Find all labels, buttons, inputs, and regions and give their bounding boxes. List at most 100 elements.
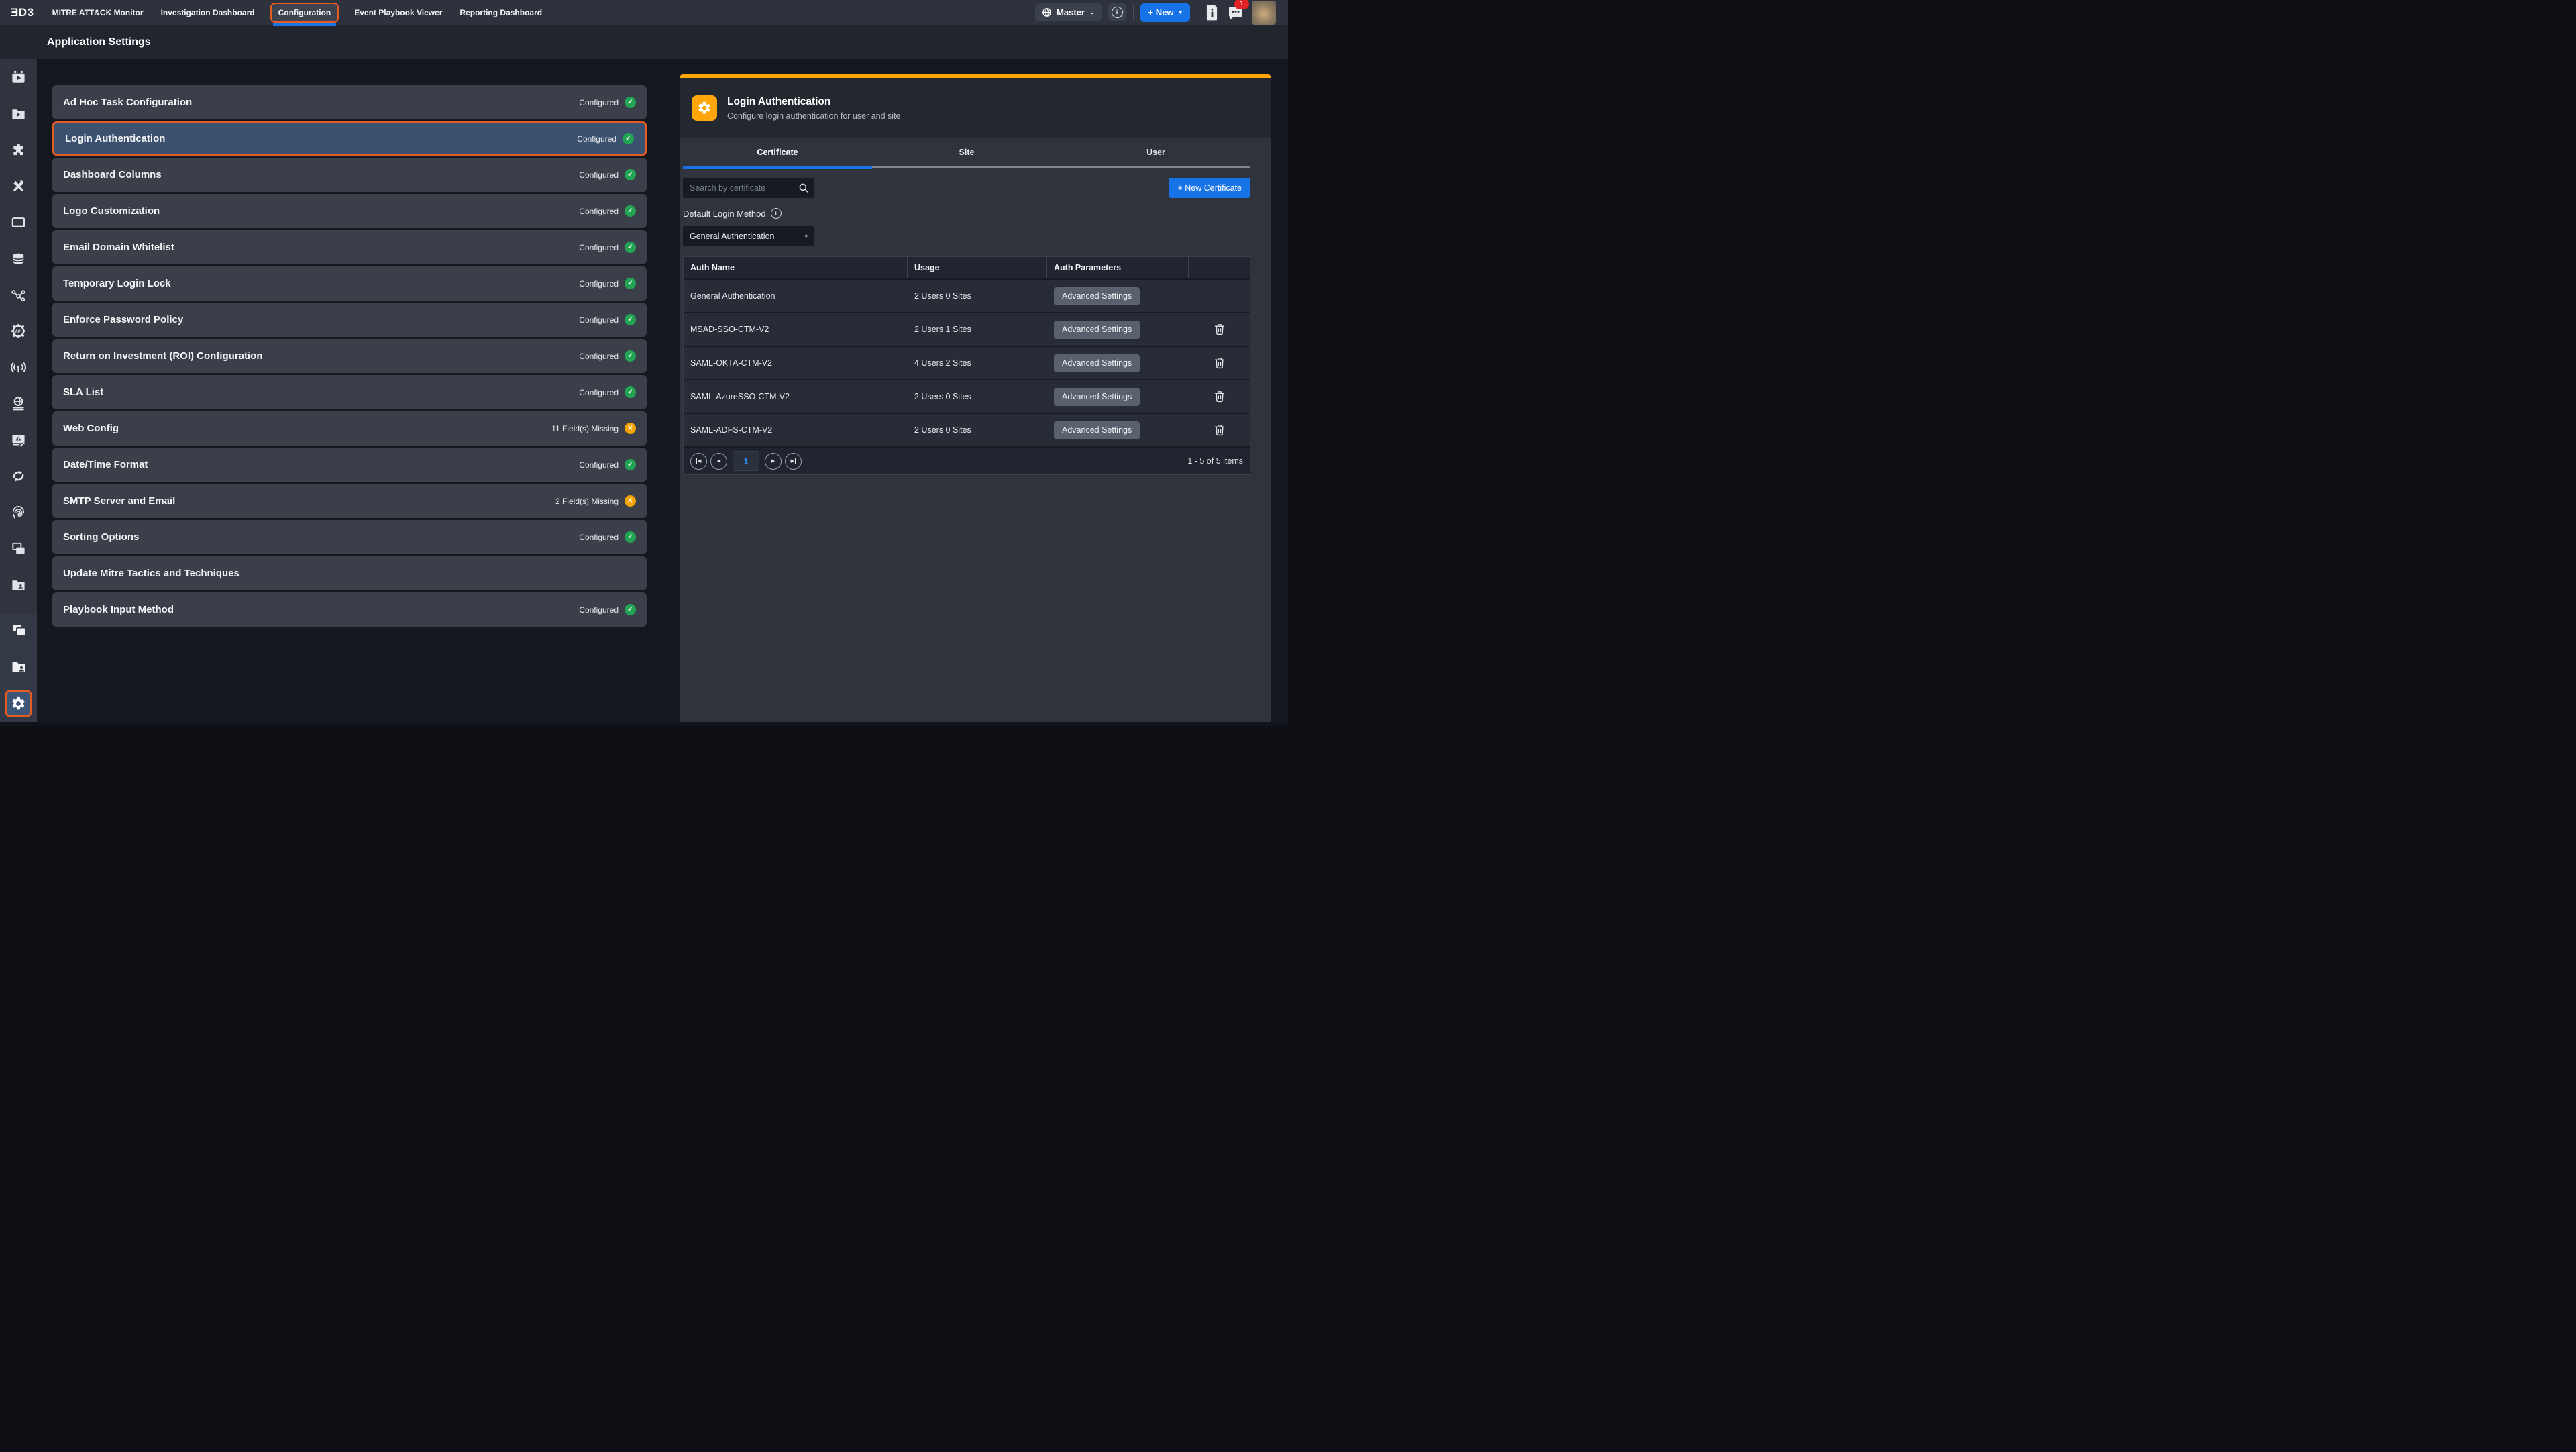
- usage-cell: 2 Users 0 Sites: [908, 291, 1047, 301]
- missing-x-icon: [625, 495, 636, 507]
- integrations-puzzle-icon[interactable]: [0, 136, 37, 163]
- workspaces-icon[interactable]: [0, 535, 37, 562]
- api-gear-icon[interactable]: API: [0, 317, 37, 344]
- case-folder-icon[interactable]: [0, 571, 37, 598]
- default-login-method-value: General Authentication: [690, 231, 774, 241]
- tab-site[interactable]: Site: [872, 138, 1061, 168]
- settings-item-sorting-options[interactable]: Sorting Options Configured: [52, 520, 647, 554]
- settings-item-ad-hoc-task-configuration[interactable]: Ad Hoc Task Configuration Configured: [52, 85, 647, 119]
- delete-trash-icon[interactable]: [1214, 357, 1225, 369]
- nav-investigation-dashboard[interactable]: Investigation Dashboard: [152, 0, 264, 25]
- status-text: Configured: [579, 388, 619, 397]
- advanced-settings-button[interactable]: Advanced Settings: [1054, 287, 1140, 305]
- info-button[interactable]: i: [1108, 3, 1126, 21]
- settings-item-enforce-password-policy[interactable]: Enforce Password Policy Configured: [52, 303, 647, 337]
- notifications-button[interactable]: 1: [1226, 3, 1245, 22]
- advanced-settings-button[interactable]: Advanced Settings: [1054, 421, 1140, 439]
- pagination-bar: ◀ ◀ 1 ▶ ▶ 1 - 5 of 5 items: [684, 446, 1250, 474]
- delete-trash-icon[interactable]: [1214, 323, 1225, 335]
- sync-icon[interactable]: [0, 462, 37, 489]
- nav-configuration[interactable]: Configuration: [270, 3, 339, 23]
- scope-selector[interactable]: Master ⌄: [1035, 3, 1101, 21]
- settings-item-roi-configuration[interactable]: Return on Investment (ROI) Configuration…: [52, 339, 647, 373]
- status-text: Configured: [579, 98, 619, 107]
- first-page-icon: ◀: [698, 458, 701, 464]
- configured-check-icon: [625, 278, 636, 289]
- settings-item-label: Date/Time Format: [63, 459, 148, 470]
- panel-body: Certificate Site User + New Certificate …: [680, 138, 1271, 726]
- nav-reporting-dashboard[interactable]: Reporting Dashboard: [451, 0, 551, 25]
- settings-item-label: Return on Investment (ROI) Configuration: [63, 350, 263, 362]
- default-login-method-select[interactable]: General Authentication ▾: [683, 226, 814, 246]
- previous-page-button[interactable]: ◀: [710, 453, 727, 470]
- settings-item-logo-customization[interactable]: Logo Customization Configured: [52, 194, 647, 228]
- settings-item-label: Temporary Login Lock: [63, 278, 171, 289]
- last-page-button[interactable]: ▶: [785, 453, 802, 470]
- document-icon: [1205, 4, 1218, 21]
- settings-item-sla-list[interactable]: SLA List Configured: [52, 375, 647, 409]
- bottom-edge-strip: [0, 722, 1288, 726]
- advanced-settings-button[interactable]: Advanced Settings: [1054, 354, 1140, 372]
- sites-globe-icon[interactable]: [0, 390, 37, 417]
- board-icon[interactable]: [0, 209, 37, 236]
- panel-tabs: Certificate Site User: [683, 138, 1250, 168]
- auth-name-cell: General Authentication: [684, 291, 908, 301]
- database-icon[interactable]: [0, 245, 37, 272]
- svg-text:API: API: [15, 329, 22, 333]
- incident-report-icon[interactable]: [0, 426, 37, 453]
- page-header: Application Settings: [0, 25, 1288, 59]
- utility-tools-icon[interactable]: [0, 172, 37, 199]
- next-page-button[interactable]: ▶: [765, 453, 782, 470]
- settings-item-update-mitre-tactics[interactable]: Update Mitre Tactics and Techniques: [52, 556, 647, 590]
- settings-item-login-authentication[interactable]: Login Authentication Configured: [52, 121, 647, 156]
- windows-copy-icon[interactable]: [0, 617, 37, 643]
- nav-mitre-attack-monitor[interactable]: MITRE ATT&CK Monitor: [44, 0, 152, 25]
- top-nav-right: Master ⌄ i + New ▾ 1: [1035, 1, 1288, 25]
- settings-item-web-config[interactable]: Web Config 11 Field(s) Missing: [52, 411, 647, 446]
- tab-user[interactable]: User: [1061, 138, 1250, 168]
- advanced-settings-button[interactable]: Advanced Settings: [1054, 321, 1140, 339]
- playbooks-icon[interactable]: [0, 100, 37, 127]
- settings-item-playbook-input-method[interactable]: Playbook Input Method Configured: [52, 592, 647, 627]
- tab-certificate[interactable]: Certificate: [683, 138, 872, 169]
- search-icon: [798, 182, 810, 194]
- page-title: Application Settings: [47, 36, 151, 48]
- top-nav-items: MITRE ATT&CK Monitor Investigation Dashb…: [44, 0, 551, 25]
- search-input[interactable]: [683, 178, 814, 198]
- nav-event-playbook-viewer[interactable]: Event Playbook Viewer: [345, 0, 451, 25]
- new-button[interactable]: + New ▾: [1140, 3, 1190, 22]
- event-antenna-icon[interactable]: [0, 354, 37, 380]
- configured-check-icon: [625, 531, 636, 543]
- info-icon[interactable]: i: [771, 208, 782, 219]
- first-page-button[interactable]: ◀: [690, 453, 707, 470]
- table-row-saml-okta: SAML-OKTA-CTM-V2 4 Users 2 Sites Advance…: [684, 346, 1250, 379]
- scheduled-playbooks-icon[interactable]: [0, 64, 37, 91]
- settings-item-dashboard-columns[interactable]: Dashboard Columns Configured: [52, 158, 647, 192]
- settings-item-date-time-format[interactable]: Date/Time Format Configured: [52, 448, 647, 482]
- status-text: Configured: [579, 460, 619, 470]
- left-sidebar: API: [0, 59, 37, 722]
- settings-item-label: SMTP Server and Email: [63, 495, 175, 507]
- connections-icon[interactable]: [0, 281, 37, 308]
- search-wrap: [683, 178, 814, 198]
- settings-item-smtp-server-and-email[interactable]: SMTP Server and Email 2 Field(s) Missing: [52, 484, 647, 518]
- case-management-icon[interactable]: [0, 654, 37, 680]
- new-certificate-button[interactable]: + New Certificate: [1169, 178, 1250, 198]
- advanced-settings-button[interactable]: Advanced Settings: [1054, 388, 1140, 406]
- release-notes-button[interactable]: [1204, 3, 1220, 22]
- application-settings-button[interactable]: [5, 690, 32, 717]
- user-avatar[interactable]: [1252, 1, 1276, 25]
- settings-item-email-domain-whitelist[interactable]: Email Domain Whitelist Configured: [52, 230, 647, 264]
- fingerprint-icon[interactable]: [0, 499, 37, 525]
- configured-check-icon: [625, 97, 636, 108]
- status-text: Configured: [579, 243, 619, 252]
- delete-trash-icon[interactable]: [1214, 424, 1225, 436]
- column-header-actions: [1189, 257, 1250, 278]
- d3-logo: ƎD3: [11, 6, 34, 19]
- panel-header: Login Authentication Configure login aut…: [680, 78, 1271, 138]
- auth-name-cell: SAML-OKTA-CTM-V2: [684, 358, 908, 368]
- delete-trash-icon[interactable]: [1214, 391, 1225, 403]
- settings-item-temporary-login-lock[interactable]: Temporary Login Lock Configured: [52, 266, 647, 301]
- current-page-indicator[interactable]: 1: [733, 451, 759, 471]
- notification-badge: 1: [1234, 0, 1249, 9]
